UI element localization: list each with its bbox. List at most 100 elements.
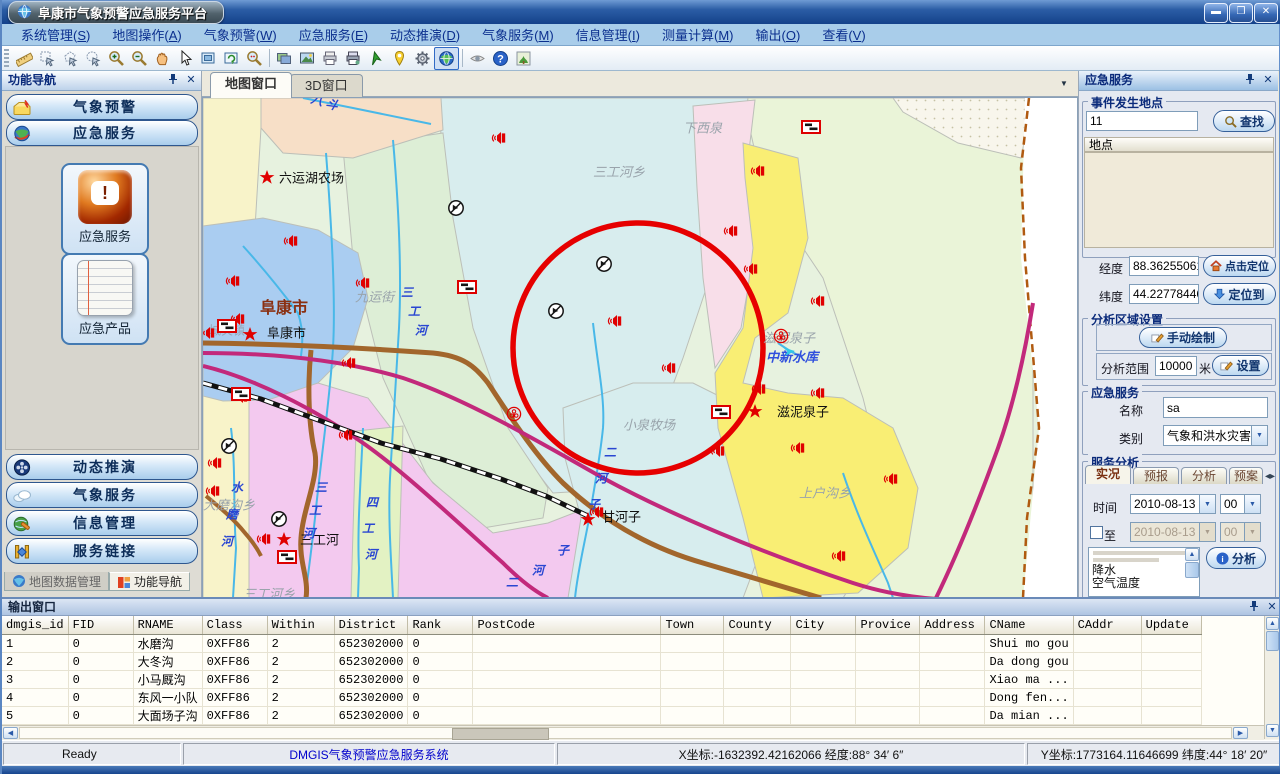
column-header-PostCode[interactable]: PostCode: [473, 616, 661, 635]
menu-item-地图操作[interactable]: 地图操作(A): [101, 25, 192, 44]
table-row[interactable]: 40东风一小队0XFF8626523020000Dong fen...: [2, 689, 1201, 707]
toolbar-button-select-rect[interactable]: [36, 48, 59, 69]
toolbar-button-globe-3d[interactable]: [434, 47, 459, 70]
map-tab-3D窗口[interactable]: 3D窗口: [290, 74, 363, 98]
pin-icon[interactable]: [166, 73, 180, 87]
close-icon[interactable]: ✕: [1261, 73, 1275, 87]
menu-item-系统管理[interactable]: 系统管理(S): [10, 25, 101, 44]
menu-item-气象服务[interactable]: 气象服务(M): [471, 25, 565, 44]
nav-group-应急服务[interactable]: 应急服务: [6, 120, 198, 146]
location-list[interactable]: [1084, 152, 1274, 248]
close-icon[interactable]: ✕: [184, 73, 198, 87]
date-select[interactable]: 2010-08-13▼: [1130, 494, 1216, 514]
menu-item-应急服务[interactable]: 应急服务(E): [288, 25, 379, 44]
column-header-Update[interactable]: Update: [1141, 616, 1201, 635]
service-name-input[interactable]: sa: [1163, 397, 1268, 418]
service-type-select[interactable]: 气象和洪水灾害▼: [1163, 425, 1268, 446]
pin-icon[interactable]: [1243, 73, 1257, 87]
column-header-dmgis_id[interactable]: dmgis_id: [2, 616, 68, 635]
location-search-input[interactable]: 11: [1086, 111, 1198, 131]
pin-icon[interactable]: [1247, 600, 1261, 614]
restore-button[interactable]: ❒: [1229, 3, 1253, 23]
table-row[interactable]: 30小马厩沟0XFF8626523020000Xiao ma ...: [2, 671, 1201, 689]
output-vertical-scrollbar[interactable]: ▲ ▼: [1264, 616, 1280, 739]
map-canvas[interactable]: 八 斗六运湖农场三工河乡下西泉九运街阜康市城关镇阜康市滋泥泉子中新水库滋泥泉子小…: [202, 97, 1078, 599]
column-header-CName[interactable]: CName: [985, 616, 1073, 635]
locate-to-button[interactable]: 定位到: [1203, 283, 1276, 305]
nav-group-气象预警[interactable]: 气象预警: [6, 94, 198, 120]
click-locate-button[interactable]: 点击定位: [1203, 255, 1276, 277]
toolbar-button-pointer[interactable]: [174, 48, 197, 69]
toolbar-button-select-lasso[interactable]: [82, 48, 105, 69]
panel-tab-地图数据管理[interactable]: 地图数据管理: [4, 572, 109, 591]
column-header-FID[interactable]: FID: [68, 616, 133, 635]
nav-group-气象服务[interactable]: 气象服务: [6, 482, 198, 508]
column-header-Rank[interactable]: Rank: [408, 616, 473, 635]
panel-tab-功能导航[interactable]: 功能导航: [109, 572, 190, 591]
analysis-tab-分析[interactable]: 分析: [1181, 467, 1227, 484]
toolbar-button-help[interactable]: ?: [489, 48, 512, 69]
menu-item-动态推演[interactable]: 动态推演(D): [379, 25, 471, 44]
menu-item-输出[interactable]: 输出(O): [745, 25, 812, 44]
element-list-scrollbar[interactable]: ▲: [1185, 548, 1199, 596]
element-list[interactable]: 降水空气温度: [1088, 547, 1200, 597]
column-header-District[interactable]: District: [334, 616, 408, 635]
toolbar-button-zoom-in[interactable]: [105, 48, 128, 69]
nav-group-服务链接[interactable]: 服务链接: [6, 538, 198, 564]
table-row[interactable]: 10水磨沟0XFF8626523020000Shui mo gou: [2, 635, 1201, 653]
menu-item-信息管理[interactable]: 信息管理(I): [565, 25, 651, 44]
toolbar-button-pan-hand[interactable]: [151, 48, 174, 69]
column-header-Provice[interactable]: Provice: [856, 616, 920, 635]
element-item-空气温度[interactable]: 空气温度: [1089, 577, 1199, 590]
table-row[interactable]: 20大冬沟0XFF8626523020000Da dong gou: [2, 653, 1201, 671]
menu-item-测量计算[interactable]: 测量计算(M): [651, 25, 745, 44]
latitude-input[interactable]: 44.22778446: [1129, 284, 1199, 304]
tab-scroll-arrows[interactable]: ◂▸: [1265, 471, 1275, 482]
toolbar-button-zoom-scale[interactable]: [243, 48, 266, 69]
analysis-tab-预案[interactable]: 预案: [1229, 467, 1263, 484]
shortcut-应急服务[interactable]: !应急服务: [61, 163, 149, 255]
toolbar-button-full-extent[interactable]: [197, 48, 220, 69]
nav-group-动态推演[interactable]: 动态推演: [6, 454, 198, 480]
minimize-button[interactable]: ▬: [1204, 3, 1228, 23]
menu-item-气象预警[interactable]: 气象预警(W): [193, 25, 288, 44]
column-header-RNAME[interactable]: RNAME: [133, 616, 202, 635]
toolbar-button-zoom-out[interactable]: [128, 48, 151, 69]
column-header-Town[interactable]: Town: [661, 616, 724, 635]
set-button[interactable]: 设置: [1212, 355, 1269, 376]
nav-group-信息管理[interactable]: 信息管理: [6, 510, 198, 536]
close-button[interactable]: ✕: [1254, 3, 1278, 23]
scroll-thumb[interactable]: [452, 728, 549, 740]
table-row[interactable]: 50大面场子沟0XFF8626523020000Da mian ...: [2, 707, 1201, 725]
to-checkbox[interactable]: [1090, 526, 1103, 539]
toolbar-button-export-image[interactable]: [296, 48, 319, 69]
toolbar-button-green-pointer[interactable]: [365, 48, 388, 69]
toolbar-button-print-setup[interactable]: [342, 48, 365, 69]
close-icon[interactable]: ✕: [1265, 600, 1279, 614]
column-header-Address[interactable]: Address: [920, 616, 985, 635]
toolbar-button-refresh-view[interactable]: [220, 48, 243, 69]
chevron-down-icon[interactable]: ▼: [1056, 77, 1072, 92]
toolbar-button-settings-gear[interactable]: [411, 48, 434, 69]
column-header-CAddr[interactable]: CAddr: [1073, 616, 1141, 635]
analyze-button[interactable]: i 分析: [1206, 547, 1266, 569]
shortcut-应急产品[interactable]: 应急产品: [61, 253, 149, 345]
find-button[interactable]: 查找: [1213, 110, 1275, 132]
analysis-tab-实况[interactable]: 实况: [1085, 465, 1131, 484]
column-header-County[interactable]: County: [724, 616, 791, 635]
menu-item-查看[interactable]: 查看(V): [811, 25, 876, 44]
toolbar-button-scene-image[interactable]: [512, 48, 535, 69]
longitude-input[interactable]: 88.36255061: [1129, 256, 1199, 276]
analysis-tab-预报[interactable]: 预报: [1133, 467, 1179, 484]
column-header-Within[interactable]: Within: [267, 616, 334, 635]
map-tab-地图窗口[interactable]: 地图窗口: [210, 72, 292, 98]
toolbar-button-place-marker[interactable]: [388, 48, 411, 69]
toolbar-button-eye-view[interactable]: [466, 48, 489, 69]
column-header-City[interactable]: City: [791, 616, 856, 635]
toolbar-button-measure-ruler[interactable]: [13, 48, 36, 69]
range-input[interactable]: 10000: [1155, 356, 1197, 376]
column-header-Class[interactable]: Class: [202, 616, 267, 635]
manual-draw-button[interactable]: 手动绘制: [1139, 327, 1227, 348]
hour-select[interactable]: 00▼: [1220, 494, 1261, 514]
toolbar-button-print[interactable]: [319, 48, 342, 69]
